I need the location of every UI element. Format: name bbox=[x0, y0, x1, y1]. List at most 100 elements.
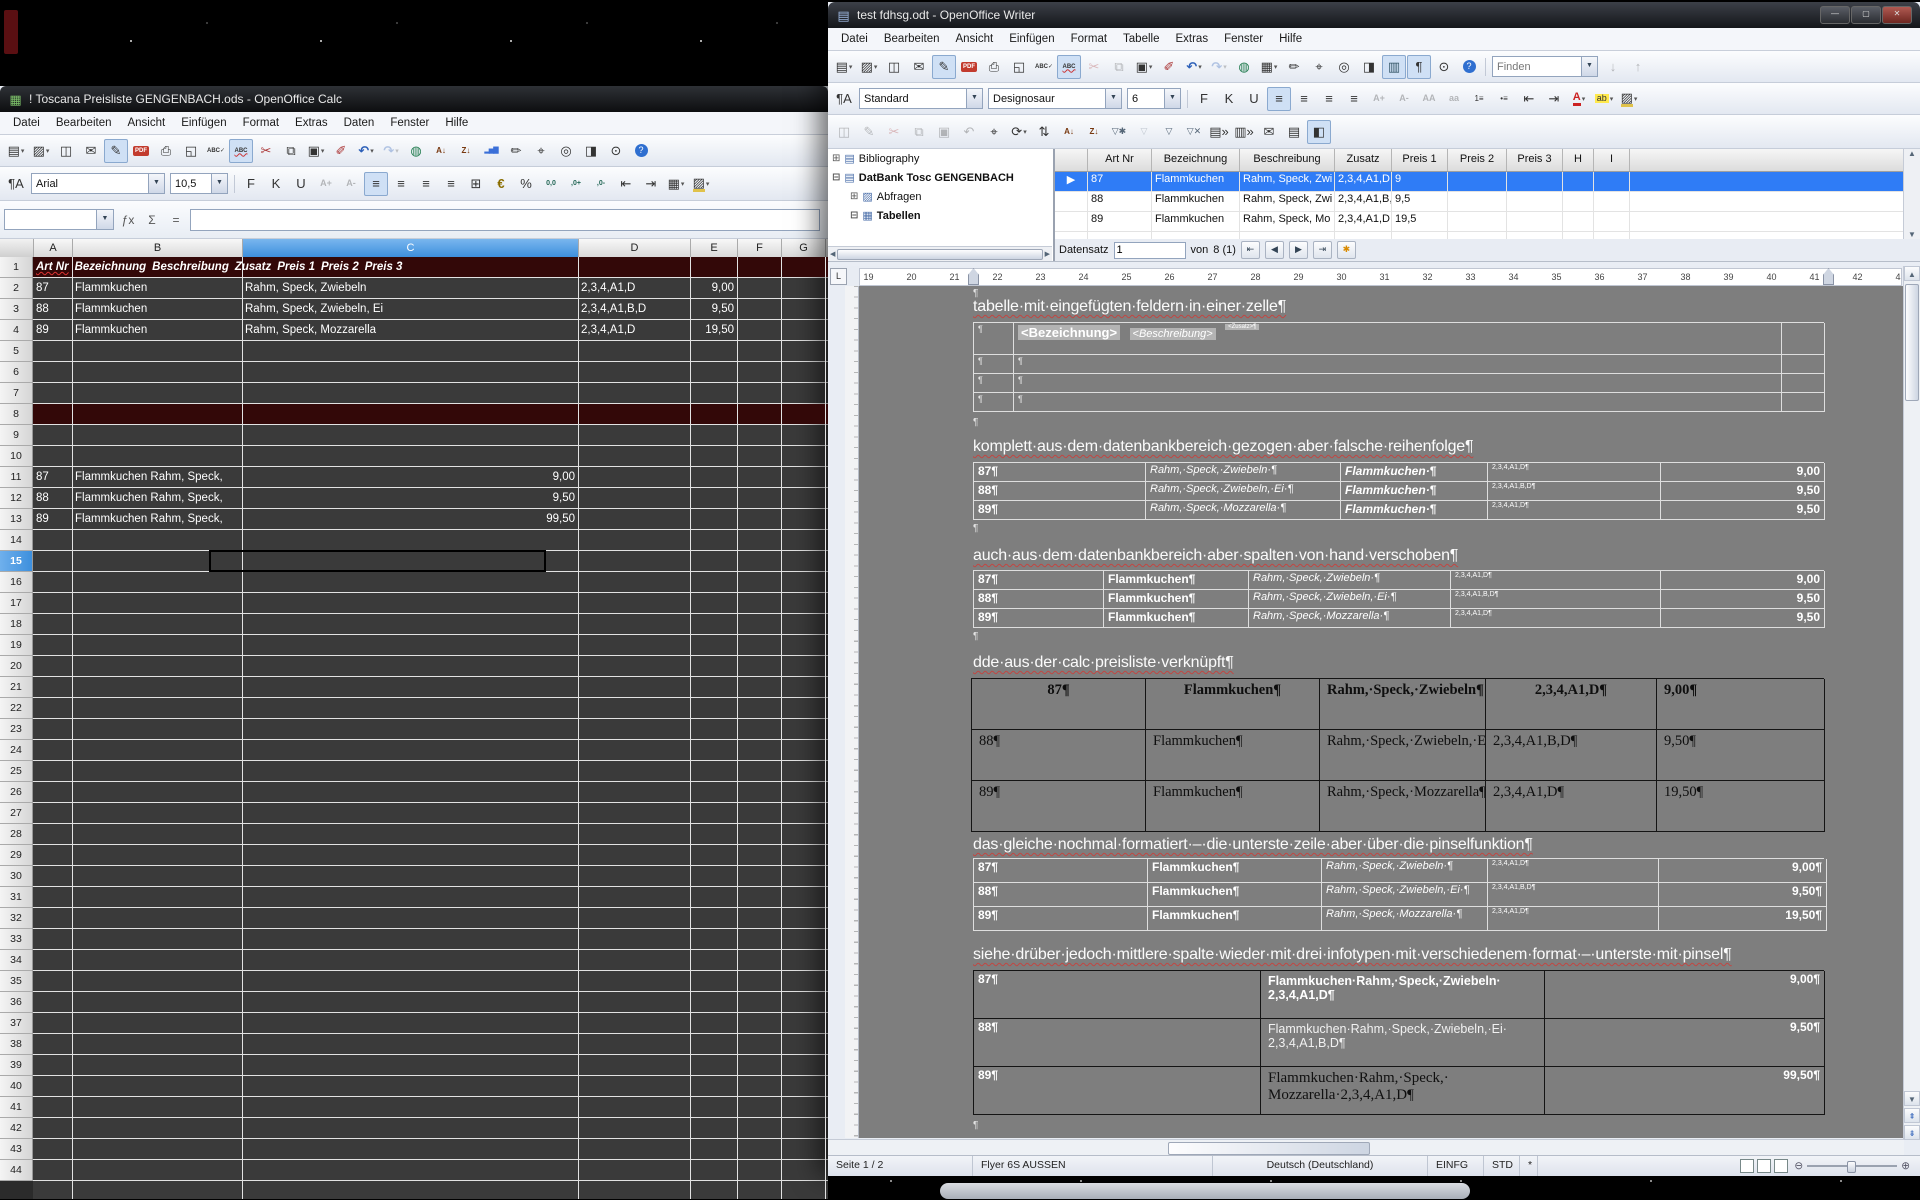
draw-functions-icon[interactable]: ✏ bbox=[1282, 55, 1306, 79]
writer-menu-item[interactable]: Einfügen bbox=[1002, 31, 1061, 47]
row-header[interactable]: 41 bbox=[0, 1097, 33, 1118]
autofilter-icon[interactable]: ▽✱ bbox=[1107, 120, 1131, 144]
apply-filter-icon[interactable]: ▽ bbox=[1132, 120, 1156, 144]
explorer-onoff-icon[interactable]: ◧ bbox=[1307, 120, 1331, 144]
hyperlink-icon[interactable]: ◍ bbox=[1232, 55, 1256, 79]
writer-menu-item[interactable]: Ansicht bbox=[948, 31, 1000, 47]
print-preview-icon[interactable]: ◱ bbox=[1007, 55, 1031, 79]
row-header[interactable]: 18 bbox=[0, 614, 33, 635]
row-header[interactable]: 20 bbox=[0, 656, 33, 677]
single-page-view-icon[interactable] bbox=[1740, 1159, 1754, 1173]
find-next-icon[interactable]: ↓ bbox=[1601, 55, 1625, 79]
open-icon[interactable]: ▨ bbox=[857, 55, 881, 79]
statusbar-field[interactable]: Flyer 6S AUSSEN bbox=[973, 1156, 1213, 1176]
calc-menu-item[interactable]: Bearbeiten bbox=[49, 115, 119, 131]
number-format-currency-icon[interactable]: € bbox=[489, 172, 513, 196]
align-left-icon[interactable]: ≡ bbox=[1267, 87, 1291, 111]
beschreibung-field[interactable]: <Beschreibung> bbox=[1130, 328, 1216, 340]
background-color-icon[interactable]: ▨ bbox=[689, 172, 713, 196]
sheet-row[interactable]: 87Flammkuchen Rahm, Speck, Zwiebeln2,3,4… bbox=[33, 278, 828, 299]
merge-cells-icon[interactable]: ⊞ bbox=[464, 172, 488, 196]
row-header[interactable]: 29 bbox=[0, 845, 33, 866]
row-header[interactable]: 17 bbox=[0, 593, 33, 614]
row-header[interactable]: 23 bbox=[0, 719, 33, 740]
row-header[interactable]: 36 bbox=[0, 992, 33, 1013]
row-header[interactable]: 15 bbox=[0, 551, 33, 572]
row-header[interactable]: 33 bbox=[0, 929, 33, 950]
save-record-icon[interactable]: ◫ bbox=[832, 120, 856, 144]
row-header[interactable]: 27 bbox=[0, 803, 33, 824]
chevron-down-icon[interactable]: ▼ bbox=[1581, 57, 1597, 76]
book-view-icon[interactable] bbox=[1774, 1159, 1788, 1173]
select-all-corner[interactable] bbox=[0, 239, 34, 257]
decrease-indent-icon[interactable]: ⇤ bbox=[614, 172, 638, 196]
maximize-button[interactable]: ▢ bbox=[1851, 6, 1881, 24]
sort-descending-icon[interactable]: Z↓ bbox=[1082, 120, 1106, 144]
reset-filter-icon[interactable]: ▽✕ bbox=[1182, 120, 1206, 144]
grid-column-header[interactable]: Beschreibung bbox=[1240, 149, 1335, 171]
writer-menu-item[interactable]: Extras bbox=[1168, 31, 1215, 47]
row-header[interactable]: 44 bbox=[0, 1160, 33, 1181]
tree-item[interactable]: ⊞ ▤ Bibliography bbox=[828, 149, 1053, 168]
cut-icon[interactable]: ✂ bbox=[882, 120, 906, 144]
row-header[interactable]: 38 bbox=[0, 1034, 33, 1055]
row-header[interactable]: 24 bbox=[0, 740, 33, 761]
statusbar-field[interactable]: STD bbox=[1484, 1156, 1520, 1176]
align-right-icon[interactable]: ≡ bbox=[1317, 87, 1341, 111]
expand-icon[interactable]: ⊟ bbox=[850, 210, 858, 221]
draw-functions-icon[interactable]: ✏ bbox=[504, 139, 528, 163]
calc-menu-item[interactable]: Datei bbox=[6, 115, 47, 131]
grid-column-header[interactable]: Art Nr bbox=[1088, 149, 1152, 171]
chevron-down-icon[interactable]: ▼ bbox=[1164, 89, 1180, 108]
bold-icon[interactable]: F bbox=[1192, 87, 1216, 111]
sheet-row[interactable]: 87Flammkuchen Rahm, Speck, 9,00 bbox=[33, 467, 828, 488]
zoom-icon[interactable]: ⊙ bbox=[1432, 55, 1456, 79]
export-pdf-icon[interactable]: PDF bbox=[129, 139, 153, 163]
zoom-in-icon[interactable]: ⊕ bbox=[1901, 1160, 1910, 1172]
column-header[interactable]: A bbox=[34, 239, 73, 257]
chevron-down-icon[interactable]: ▼ bbox=[148, 174, 164, 193]
numbered-list-icon[interactable]: 1≡ bbox=[1467, 87, 1491, 111]
header-cell[interactable]: Preis 2 bbox=[318, 257, 362, 277]
font-size-combo[interactable]: 6▼ bbox=[1127, 88, 1181, 109]
hyperlink-icon[interactable]: ◍ bbox=[404, 139, 428, 163]
grid-column-header[interactable]: Bezeichnung bbox=[1152, 149, 1240, 171]
sheet-row[interactable]: 88Flammkuchen Rahm, Speck, 9,50 bbox=[33, 488, 828, 509]
format-paintbrush-icon[interactable]: ✐ bbox=[329, 139, 353, 163]
grid-column-header[interactable]: Preis 2 bbox=[1448, 149, 1507, 171]
close-button[interactable]: ✕ bbox=[1882, 6, 1912, 24]
edit-data-icon[interactable]: ✎ bbox=[857, 120, 881, 144]
sheet-row[interactable]: 89Flammkuchen Rahm, Speck, 99,50 bbox=[33, 509, 828, 530]
cell-cursor[interactable] bbox=[209, 550, 546, 572]
decrease-font-icon[interactable]: A- bbox=[339, 172, 363, 196]
calc-menu-item[interactable]: Hilfe bbox=[438, 115, 475, 131]
row-header[interactable]: 12 bbox=[0, 488, 33, 509]
standard-filter-icon[interactable]: ▽ bbox=[1157, 120, 1181, 144]
equals-icon[interactable]: = bbox=[166, 213, 186, 227]
bezeichnung-field[interactable]: <Bezeichnung> bbox=[1018, 325, 1120, 340]
header-cell[interactable]: Preis 1 bbox=[274, 257, 318, 277]
grid-column-header[interactable]: H bbox=[1563, 149, 1594, 171]
edit-file-icon[interactable]: ✎ bbox=[932, 55, 956, 79]
email-icon[interactable]: ✉ bbox=[907, 55, 931, 79]
add-decimal-icon[interactable]: ,0+ bbox=[564, 172, 588, 196]
column-header[interactable]: E bbox=[691, 239, 738, 257]
row-header[interactable]: 28 bbox=[0, 824, 33, 845]
grid-vertical-scrollbar[interactable]: ▲▼ bbox=[1903, 149, 1920, 239]
uppercase-icon[interactable]: AA bbox=[1417, 87, 1441, 111]
paragraph-style-combo[interactable]: Standard▼ bbox=[859, 88, 983, 109]
calc-sheet[interactable]: 1234567891011121314151617181920212223242… bbox=[0, 257, 828, 1199]
zoom-slider-thumb[interactable] bbox=[1847, 1161, 1856, 1173]
refresh-icon[interactable]: ⟳ bbox=[1007, 120, 1031, 144]
font-color-icon[interactable]: A bbox=[1567, 87, 1591, 111]
row-header[interactable]: 7 bbox=[0, 383, 33, 404]
column-header[interactable]: C bbox=[243, 239, 579, 257]
styles-icon[interactable]: ¶A bbox=[4, 172, 28, 196]
chevron-down-icon[interactable]: ▼ bbox=[1105, 89, 1121, 108]
row-header[interactable]: 13 bbox=[0, 509, 33, 530]
underline-icon[interactable]: U bbox=[289, 172, 313, 196]
writer-menu-item[interactable]: Datei bbox=[834, 31, 875, 47]
format-paintbrush-icon[interactable]: ✐ bbox=[1157, 55, 1181, 79]
expand-icon[interactable]: ⊞ bbox=[850, 191, 858, 202]
gallery-icon[interactable]: ◨ bbox=[579, 139, 603, 163]
